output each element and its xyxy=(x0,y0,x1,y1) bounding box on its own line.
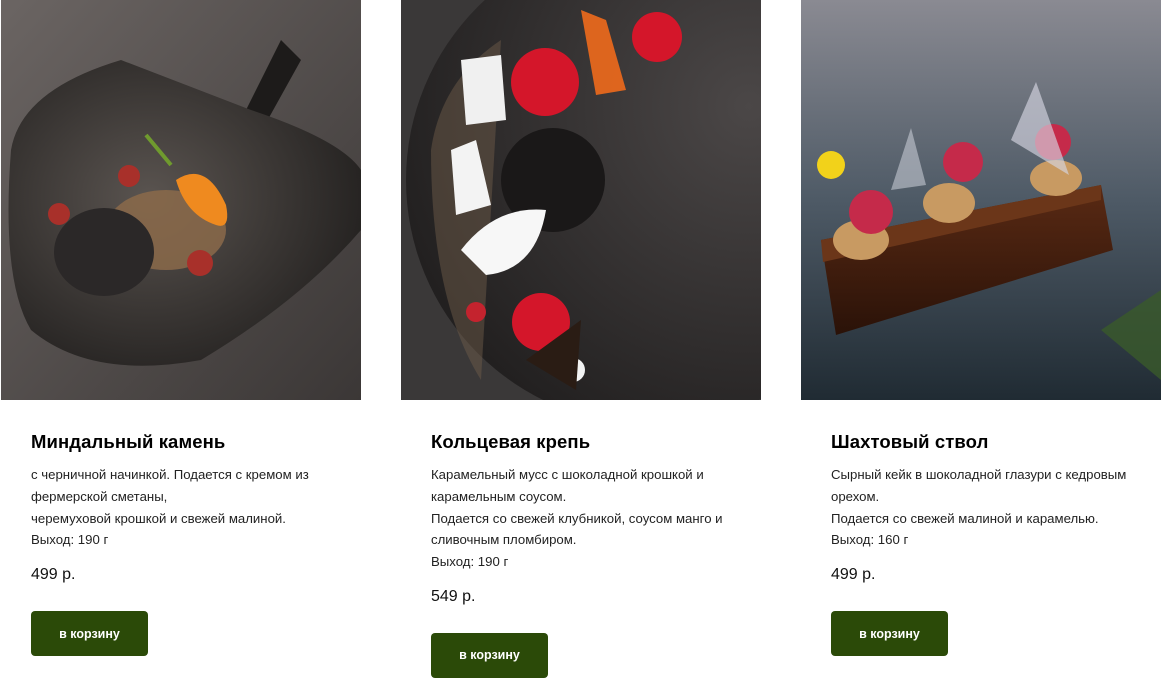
description-line: Выход: 190 г xyxy=(431,554,509,570)
product-card-almond-stone: Миндальный камень с черничной начинкой. … xyxy=(1,0,361,657)
description-line: Сырный кейк в шоколадной глазури с кедро… xyxy=(831,467,1127,482)
description-line: Карамельный мусс с шоколадной крошкой и xyxy=(431,467,704,482)
product-photo[interactable] xyxy=(401,0,761,400)
description-line: Выход: 160 г xyxy=(831,532,909,548)
product-price: 499 р. xyxy=(831,566,876,584)
description-line: сливочным пломбиром. xyxy=(431,532,577,548)
description-line: фермерской сметаны, xyxy=(31,488,168,504)
description-line: карамельным соусом. xyxy=(431,488,567,504)
description-line: Выход: 190 г xyxy=(31,532,109,548)
dessert-photo-cake-bar xyxy=(801,0,1161,400)
product-photo[interactable] xyxy=(801,0,1161,400)
product-title: Кольцевая крепь xyxy=(431,431,591,452)
description-line: Подается со свежей малиной и карамелью. xyxy=(831,510,1099,526)
description-line: орехом. xyxy=(831,488,880,504)
product-description: Карамельный мусс с шоколадной крошкой и … xyxy=(431,464,731,573)
add-to-cart-button[interactable]: в корзину xyxy=(431,632,548,678)
description-line: с черничной начинкой. Подается с кремом … xyxy=(31,467,309,482)
product-grid: Миндальный камень с черничной начинкой. … xyxy=(0,0,1163,686)
product-card-shaft-trunk: Шахтовый ствол Сырный кейк в шоколадной … xyxy=(801,0,1161,657)
product-title: Миндальный камень xyxy=(31,431,226,452)
dessert-photo-shovel-plate xyxy=(1,0,361,400)
product-photo[interactable] xyxy=(1,0,361,400)
product-price: 549 р. xyxy=(431,587,476,605)
product-title: Шахтовый ствол xyxy=(831,431,989,452)
add-to-cart-button[interactable]: в корзину xyxy=(31,611,148,657)
product-card-ring-crepe: Кольцевая крепь Карамельный мусс с шокол… xyxy=(401,0,761,678)
product-price: 499 р. xyxy=(31,566,76,584)
product-description: Сырный кейк в шоколадной глазури с кедро… xyxy=(831,464,1131,551)
description-line: черемуховой крошкой и свежей малиной. xyxy=(31,510,286,526)
product-description: с черничной начинкой. Подается с кремом … xyxy=(31,464,331,551)
dessert-photo-round-plate xyxy=(401,0,761,400)
add-to-cart-button[interactable]: в корзину xyxy=(831,611,948,657)
description-line: Подается со свежей клубникой, соусом ман… xyxy=(431,510,723,526)
